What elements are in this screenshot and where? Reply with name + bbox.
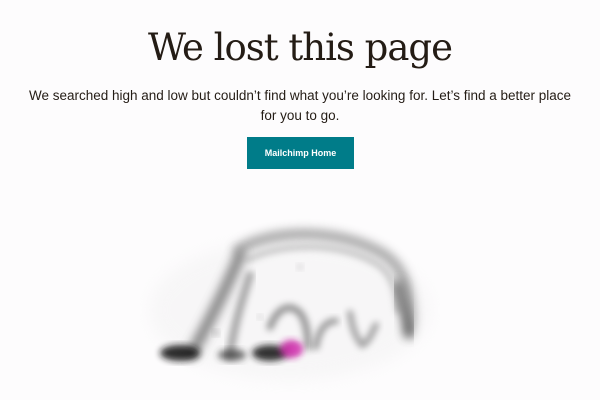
blurred-sketch-illustration [140,215,440,400]
sketch-drawing-icon [150,229,430,380]
page-message: We searched high and low but couldn’t fi… [28,88,572,123]
page-title: We lost this page [147,26,453,69]
not-found-page: We lost this page We searched high and l… [0,0,600,400]
mailchimp-home-button[interactable]: Mailchimp Home [247,137,354,169]
